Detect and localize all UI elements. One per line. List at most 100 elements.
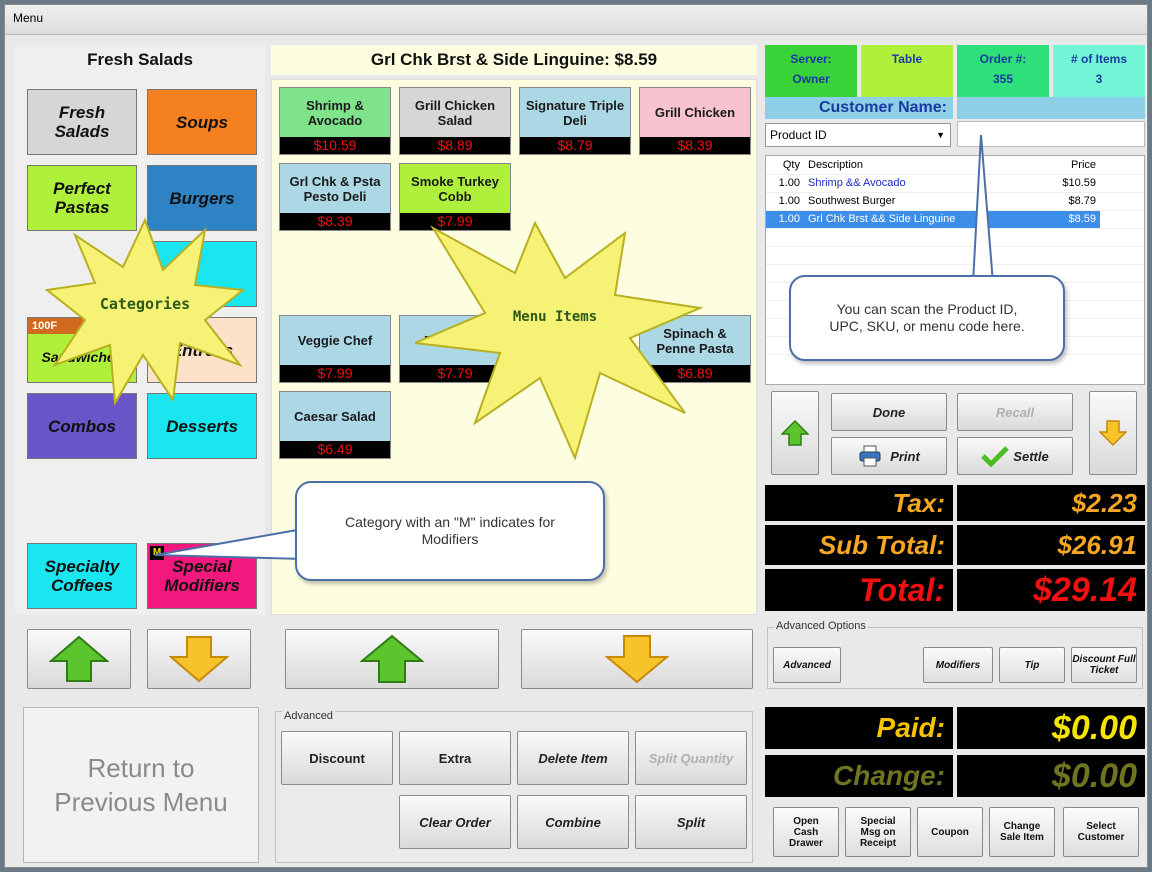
return-previous-menu-button[interactable]: Return to Previous Menu xyxy=(23,707,259,863)
recall-button[interactable]: Recall xyxy=(957,393,1073,431)
delete-item-button[interactable]: Delete Item xyxy=(517,731,629,785)
extra-button[interactable]: Extra xyxy=(399,731,511,785)
done-button[interactable]: Done xyxy=(831,393,947,431)
qty-column-header: Qty xyxy=(766,156,804,175)
up-arrow-icon xyxy=(781,420,809,446)
category-label: Soups xyxy=(176,112,228,132)
change-sale-item-button[interactable]: Change Sale Item xyxy=(989,807,1055,857)
category-specialty-coffees[interactable]: Specialty Coffees xyxy=(27,543,137,609)
category-label: Fresh Salads xyxy=(54,103,110,141)
row-qty: 1.00 xyxy=(766,174,804,193)
order-scroll-down-button[interactable] xyxy=(1089,391,1137,475)
order-row-selected[interactable]: 1.00 Grl Chk Brst && Side Linguine $8.59 xyxy=(766,210,1144,229)
discount-full-ticket-button[interactable]: Discount Full Ticket xyxy=(1071,647,1137,683)
tax-value: $2.23 xyxy=(957,485,1145,521)
checkmark-icon xyxy=(981,446,1010,467)
modifiers-button[interactable]: Modifiers xyxy=(923,647,993,683)
special-msg-receipt-button[interactable]: Special Msg on Receipt xyxy=(845,807,911,857)
down-arrow-icon xyxy=(169,636,229,683)
menu-item-price: $7.99 xyxy=(280,365,390,382)
chevron-down-icon: ▼ xyxy=(936,130,945,140)
table-label: Table xyxy=(891,52,923,66)
menu-item[interactable]: Shrimp & Avocado $10.59 xyxy=(279,87,391,155)
category-soups[interactable]: Soups xyxy=(147,89,257,155)
discount-button[interactable]: Discount xyxy=(281,731,393,785)
lookup-type-select[interactable]: Product ID ▼ xyxy=(765,123,951,147)
order-number-cell: Order #: 355 xyxy=(957,45,1049,99)
menu-item-name: Grill Chicken xyxy=(654,105,736,120)
server-label: Server: xyxy=(790,52,832,66)
change-value: $0.00 xyxy=(957,755,1145,797)
row-qty: 1.00 xyxy=(766,210,804,229)
menu-item-price: $10.59 xyxy=(280,137,390,154)
open-cash-drawer-button[interactable]: Open Cash Drawer xyxy=(773,807,839,857)
menu-item-name: Signature Triple Deli xyxy=(525,97,625,128)
down-arrow-icon xyxy=(605,635,669,684)
advanced-button[interactable]: Advanced xyxy=(773,647,841,683)
menu-items-annotation: Menu Items xyxy=(512,309,598,325)
printer-icon xyxy=(859,445,881,467)
menu-item-name: Veggie Chef xyxy=(297,333,373,348)
server-value: Owner xyxy=(792,72,830,86)
menu-item[interactable]: Signature Triple Deli $8.79 xyxy=(519,87,631,155)
category-fresh-salads[interactable]: Fresh Salads xyxy=(27,89,137,155)
return-label: Return to Previous Menu xyxy=(54,753,228,817)
table-cell[interactable]: Table xyxy=(861,45,953,99)
print-button[interactable]: Print xyxy=(831,437,947,475)
total-value: $29.14 xyxy=(957,569,1145,611)
price-column-header: Price xyxy=(1034,156,1100,175)
order-list-header: Qty Description Price xyxy=(766,156,1144,175)
items-up-button[interactable] xyxy=(285,629,499,689)
up-arrow-icon xyxy=(360,634,424,683)
menu-item-price: $8.79 xyxy=(520,137,630,154)
customer-name-label: Customer Name: xyxy=(765,97,953,119)
advanced-legend: Advanced xyxy=(282,710,335,722)
scan-callout-pointer xyxy=(971,135,995,284)
subtotal-label: Sub Total: xyxy=(765,525,953,565)
category-up-button[interactable] xyxy=(27,629,131,689)
combine-button[interactable]: Combine xyxy=(517,795,629,849)
modifier-callout: Category with an "M" indicates for Modif… xyxy=(295,481,605,581)
menu-items-starburst xyxy=(415,220,704,461)
split-button[interactable]: Split xyxy=(635,795,747,849)
row-qty: 1.00 xyxy=(766,192,804,211)
menu-item-name: Caesar Salad xyxy=(294,409,376,424)
subtotal-value: $26.91 xyxy=(957,525,1145,565)
category-down-button[interactable] xyxy=(147,629,251,689)
settle-button[interactable]: Settle xyxy=(957,437,1073,475)
items-down-button[interactable] xyxy=(521,629,753,689)
menu-header: Grl Chk Brst & Side Linguine: $8.59 xyxy=(271,45,757,75)
scan-callout: You can scan the Product ID, UPC, SKU, o… xyxy=(789,275,1065,361)
items-value: 3 xyxy=(1095,72,1103,86)
menu-item-price: $8.89 xyxy=(400,137,510,154)
menu-item[interactable]: Grill Chicken Salad $8.89 xyxy=(399,87,511,155)
menu-item[interactable]: Caesar Salad $6.49 xyxy=(279,391,391,459)
total-label: Total: xyxy=(765,569,953,611)
menu-item[interactable]: Grl Chk & Psta Pesto Deli $8.39 xyxy=(279,163,391,231)
order-label: Order #: xyxy=(979,52,1027,66)
row-price: $10.59 xyxy=(1034,174,1100,193)
order-row[interactable]: 1.00 Shrimp && Avocado $10.59 xyxy=(766,174,1144,193)
category-label: Desserts xyxy=(166,416,238,436)
order-scroll-up-button[interactable] xyxy=(771,391,819,475)
menu-item[interactable]: Veggie Chef $7.99 xyxy=(279,315,391,383)
category-label: Combos xyxy=(48,416,116,436)
tax-label: Tax: xyxy=(765,485,953,521)
pos-window: Menu Fresh Salads Fresh Salads Soups Perfe… xyxy=(4,4,1148,868)
menu-item[interactable]: Grill Chicken $8.39 xyxy=(639,87,751,155)
modifier-callout-pointer xyxy=(155,527,304,561)
customer-name-field[interactable] xyxy=(957,97,1145,119)
down-arrow-icon xyxy=(1099,420,1127,446)
tip-button[interactable]: Tip xyxy=(999,647,1065,683)
split-quantity-button[interactable]: Split Quantity xyxy=(635,731,747,785)
advanced-options-legend: Advanced Options xyxy=(774,620,868,632)
menu-item-name: Grill Chicken Salad xyxy=(414,97,496,128)
paid-value: $0.00 xyxy=(957,707,1145,749)
server-cell: Server: Owner xyxy=(765,45,857,99)
order-row[interactable]: 1.00 Southwest Burger $8.79 xyxy=(766,192,1144,211)
settle-label: Settle xyxy=(1013,448,1049,464)
select-customer-button[interactable]: Select Customer xyxy=(1063,807,1139,857)
coupon-button[interactable]: Coupon xyxy=(917,807,983,857)
clear-order-button[interactable]: Clear Order xyxy=(399,795,511,849)
menu-item-price: $6.49 xyxy=(280,441,390,458)
